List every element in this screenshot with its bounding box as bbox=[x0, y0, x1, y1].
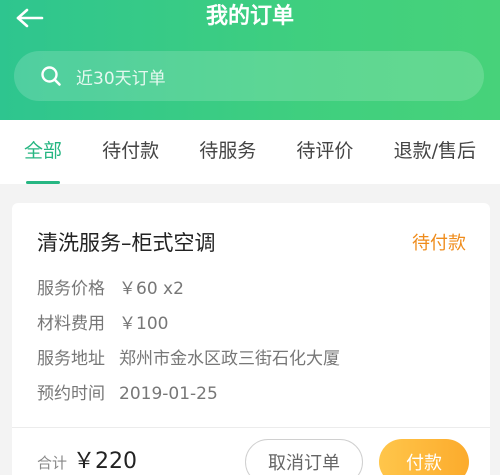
tab-pending-service[interactable]: 待服务 bbox=[199, 120, 256, 184]
field-label: 服务地址 bbox=[37, 349, 105, 369]
appointment-time-row: 预约时间 2019-01-25 bbox=[37, 379, 218, 404]
tab-refund[interactable]: 退款/售后 bbox=[394, 120, 476, 184]
order-tabs: 全部 待付款 待服务 待评价 退款/售后 bbox=[0, 120, 500, 184]
order-card[interactable]: 清洗服务–柜式空调 待付款 服务价格 ￥60 x2 材料费用 ￥100 服务地址 郑州… bbox=[12, 203, 490, 475]
tab-pending-review[interactable]: 待评价 bbox=[296, 120, 353, 184]
tab-all[interactable]: 全部 bbox=[24, 120, 62, 184]
pay-button[interactable]: 付款 bbox=[379, 439, 469, 475]
field-value: ￥100 bbox=[119, 314, 169, 334]
service-price-row: 服务价格 ￥60 x2 bbox=[37, 274, 184, 299]
page-title: 我的订单 bbox=[205, 4, 294, 29]
field-label: 材料费用 bbox=[37, 314, 105, 334]
search-placeholder: 近30天订单 bbox=[76, 68, 166, 89]
field-value: 郑州市金水区政三街石化大厦 bbox=[119, 349, 340, 369]
search-icon bbox=[40, 65, 62, 87]
field-value: 2019-01-25 bbox=[119, 384, 218, 404]
divider bbox=[12, 427, 490, 428]
field-value: ￥60 x2 bbox=[119, 279, 184, 299]
cancel-order-button[interactable]: 取消订单 bbox=[245, 439, 363, 475]
material-cost-row: 材料费用 ￥100 bbox=[37, 309, 168, 334]
order-total: 合计 ￥220 bbox=[37, 443, 137, 475]
header-bar: 我的订单 近30天订单 bbox=[0, 0, 500, 120]
service-address-row: 服务地址 郑州市金水区政三街石化大厦 bbox=[37, 344, 340, 369]
field-label: 服务价格 bbox=[37, 279, 105, 299]
total-label: 合计 bbox=[37, 454, 68, 472]
tab-pending-payment[interactable]: 待付款 bbox=[102, 120, 159, 184]
search-input[interactable]: 近30天订单 bbox=[14, 51, 484, 101]
status-badge: 待付款 bbox=[412, 233, 466, 254]
order-title: 清洗服务–柜式空调 bbox=[37, 231, 216, 255]
field-label: 预约时间 bbox=[37, 384, 105, 404]
total-value: ￥220 bbox=[73, 449, 138, 474]
